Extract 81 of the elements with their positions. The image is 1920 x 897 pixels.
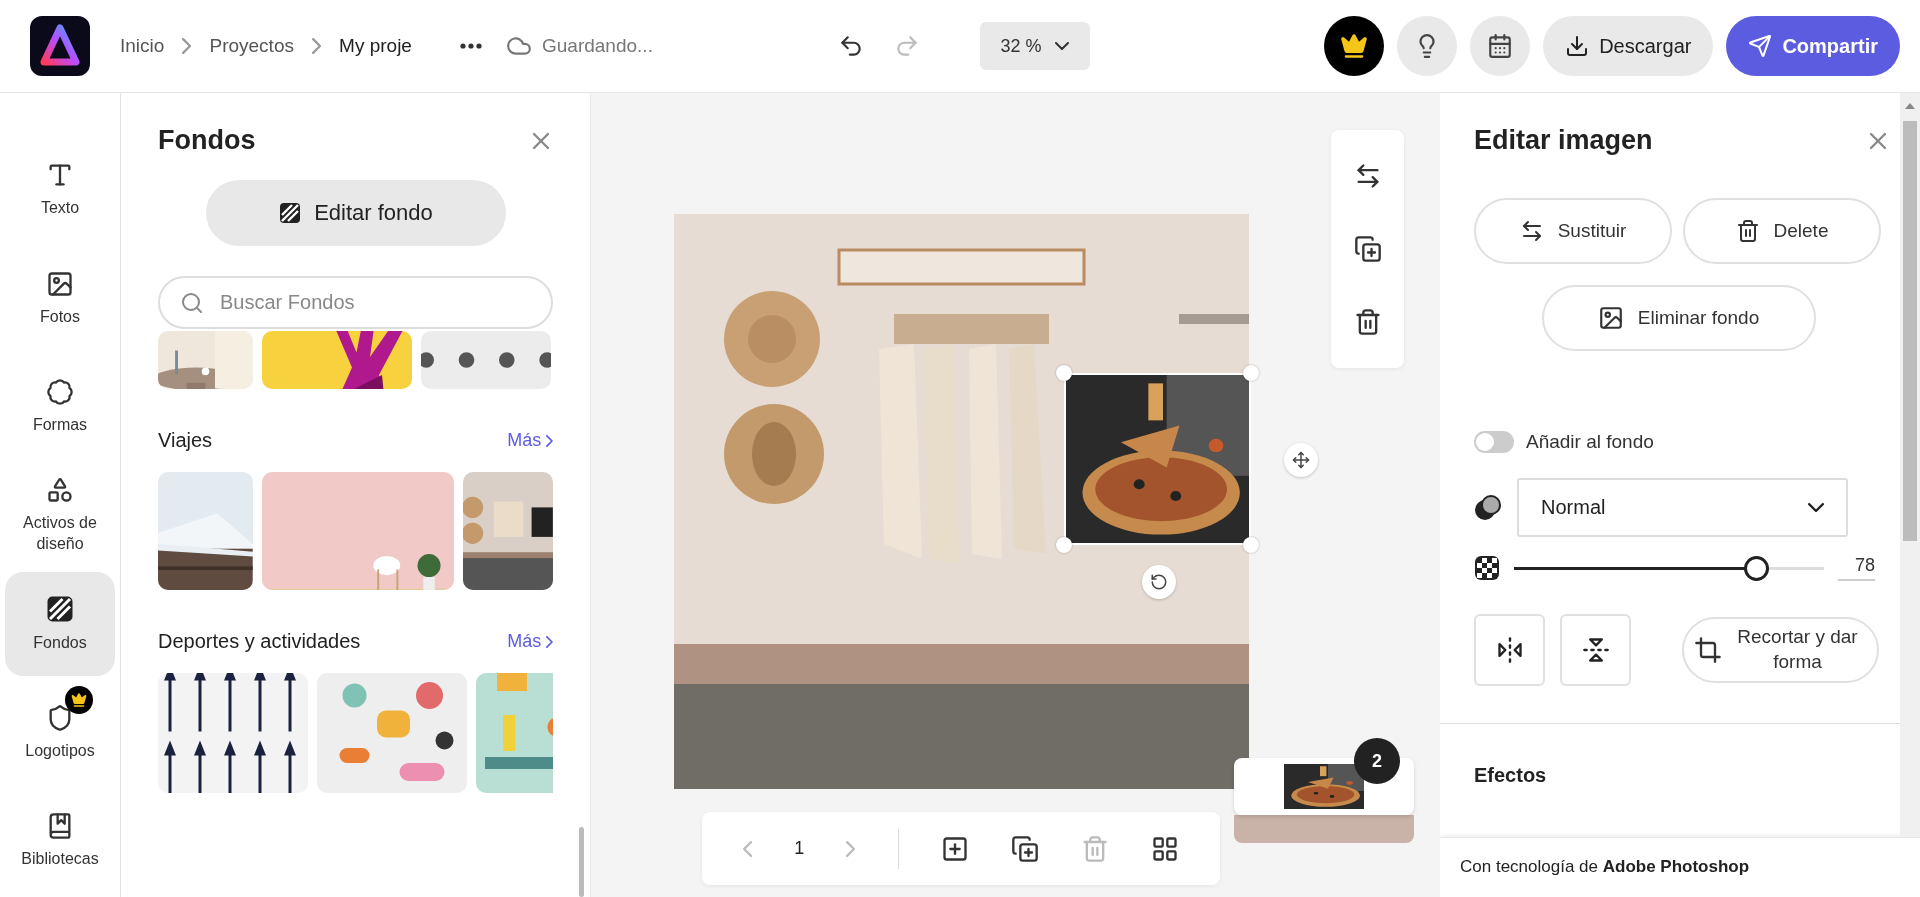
blend-icon bbox=[1474, 493, 1502, 522]
sidebar-item[interactable]: Formas bbox=[5, 354, 115, 460]
slider-thumb[interactable] bbox=[1743, 555, 1769, 581]
crop-icon bbox=[1694, 636, 1722, 664]
chevron-right-icon bbox=[182, 38, 192, 54]
more-link[interactable]: Más bbox=[507, 430, 553, 451]
panel-title: Fondos bbox=[158, 125, 256, 156]
download-button[interactable]: Descargar bbox=[1543, 16, 1714, 76]
duplicate-icon bbox=[1010, 834, 1039, 863]
download-icon bbox=[1565, 34, 1590, 58]
scrollbar bbox=[579, 827, 584, 897]
image-icon bbox=[1597, 305, 1624, 331]
app-logo[interactable] bbox=[30, 16, 90, 76]
crown-icon bbox=[1340, 32, 1369, 60]
chevron-right-icon bbox=[311, 38, 322, 54]
move-handle[interactable] bbox=[1284, 443, 1318, 477]
page-number: 1 bbox=[794, 838, 805, 859]
duplicate-icon bbox=[1353, 235, 1382, 263]
scrollbar-thumb[interactable] bbox=[1903, 121, 1917, 541]
striped-square-icon bbox=[278, 201, 303, 225]
powered-by-text: Con tecnología de Adobe Photoshop bbox=[1440, 837, 1920, 897]
crop-button[interactable]: Recortar y dar forma bbox=[1682, 617, 1879, 683]
breadcrumb-link[interactable]: Proyectos bbox=[209, 35, 294, 57]
trash-icon bbox=[1353, 307, 1382, 336]
more-button[interactable] bbox=[460, 43, 482, 49]
flip-vertical-button[interactable] bbox=[1560, 614, 1631, 686]
add-icon bbox=[940, 834, 969, 863]
chevron-right-icon bbox=[546, 434, 553, 447]
section-title: Deportes y actividades bbox=[158, 630, 361, 653]
sidebar-item[interactable]: Logotipos bbox=[5, 680, 115, 785]
search-field[interactable]: Buscar Fondos bbox=[158, 276, 553, 329]
toggle-label: Añadir al fondo bbox=[1526, 431, 1654, 453]
save-status: Guardando... bbox=[542, 35, 653, 57]
calendar-icon bbox=[1487, 33, 1514, 59]
paper-plane-icon bbox=[1748, 34, 1773, 58]
section-title: Efectos bbox=[1474, 764, 1548, 787]
chevron-down-icon bbox=[1055, 41, 1070, 51]
breadcrumb-link[interactable]: Inicio bbox=[120, 35, 165, 57]
remove-background-button[interactable]: Eliminar fondo bbox=[1541, 285, 1816, 351]
chevron-left-icon bbox=[743, 840, 753, 857]
add-page-button[interactable] bbox=[940, 834, 969, 863]
chevron-down-icon bbox=[1808, 502, 1824, 513]
edit-background-button[interactable]: Editar fondo bbox=[205, 180, 506, 246]
search-icon bbox=[180, 291, 204, 315]
flip-vertical-icon bbox=[1581, 636, 1610, 664]
share-button[interactable]: Compartir bbox=[1726, 16, 1900, 76]
move-icon bbox=[1292, 451, 1310, 469]
crown-icon bbox=[71, 692, 87, 709]
page-count: 2 bbox=[1354, 738, 1400, 784]
project-name: My proje bbox=[339, 35, 412, 57]
chevron-right-icon bbox=[546, 635, 553, 648]
panel-title: Editar imagen bbox=[1474, 125, 1653, 156]
section-title: Viajes bbox=[158, 429, 213, 452]
shapes-icon bbox=[46, 475, 74, 504]
trash-icon bbox=[1080, 834, 1109, 863]
blend-mode-dropdown[interactable]: Normal bbox=[1517, 478, 1848, 537]
toggle-switch[interactable] bbox=[1474, 431, 1514, 453]
grid-view-button[interactable] bbox=[1150, 834, 1179, 863]
sidebar-item[interactable]: Texto bbox=[5, 138, 115, 243]
delete-button[interactable] bbox=[1353, 307, 1382, 336]
trash-icon bbox=[1735, 219, 1760, 243]
duplicate-page-button[interactable] bbox=[1010, 834, 1039, 863]
scroll-up-icon[interactable] bbox=[1905, 103, 1915, 109]
flip-horizontal-icon bbox=[1495, 636, 1524, 664]
flip-horizontal-button[interactable] bbox=[1474, 614, 1545, 686]
more-link[interactable]: Más bbox=[507, 631, 553, 652]
chevron-right-icon bbox=[846, 840, 856, 857]
sidebar-item[interactable]: Fotos bbox=[5, 246, 115, 351]
duplicate-button[interactable] bbox=[1353, 235, 1382, 263]
opacity-value[interactable]: 78 bbox=[1838, 555, 1875, 581]
more-icon bbox=[460, 43, 482, 49]
zoom-dropdown[interactable]: 32 % bbox=[979, 22, 1090, 70]
sidebar-item[interactable]: Fondos bbox=[5, 571, 115, 677]
checkerboard-icon bbox=[1474, 555, 1500, 581]
sidebar-item[interactable]: Bibliotecas bbox=[5, 788, 115, 893]
sidebar-item[interactable]: Activos de diseño bbox=[5, 463, 115, 568]
replace-button[interactable]: Sustituir bbox=[1474, 198, 1672, 264]
striped-square-icon bbox=[45, 594, 75, 625]
delete-button[interactable]: Delete bbox=[1683, 198, 1881, 264]
image-icon bbox=[46, 269, 74, 298]
grid-icon bbox=[1150, 834, 1179, 863]
